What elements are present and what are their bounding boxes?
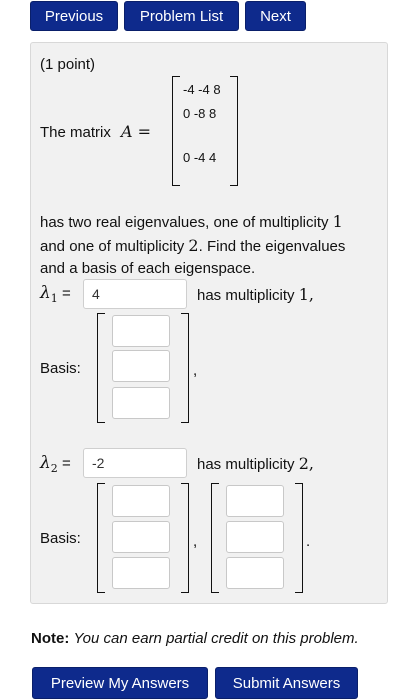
basis2-vector-2 [211, 483, 303, 593]
basis1-label: Basis: [40, 360, 81, 377]
basis1-vector [97, 313, 189, 423]
basis1-cell-3[interactable] [112, 387, 170, 419]
basis2-v1-left-bracket [97, 483, 105, 593]
basis1-cell-1[interactable] [112, 315, 170, 347]
basis2-vector-1 [97, 483, 189, 593]
matrix-label: The matrix [40, 124, 111, 141]
intro-line-2: and one of multiplicity 2. Find the eige… [40, 236, 345, 255]
lambda1-label: λ1 = [40, 283, 71, 305]
intro-line-2-rest: . Find the eigenvalues [198, 238, 346, 255]
points-label: (1 point) [40, 56, 96, 73]
problem-list-button[interactable]: Problem List [124, 1, 239, 31]
basis1-trailing-comma: , [193, 362, 198, 379]
matrix-left-bracket [172, 76, 180, 186]
submit-answers-button[interactable]: Submit Answers [215, 667, 358, 699]
lambda2-mult-value: 2, [298, 454, 314, 473]
preview-answers-button[interactable]: Preview My Answers [32, 667, 208, 699]
lambda2-equals: = [61, 455, 71, 472]
basis2-v2-left-bracket [211, 483, 219, 593]
basis2-v1-cell-3[interactable] [112, 557, 170, 589]
intro-line-1-text: has two real eigenvalues, one of multipl… [40, 214, 329, 231]
previous-button[interactable]: Previous [30, 1, 118, 31]
basis1-right-bracket [181, 313, 189, 423]
intro-multiplicity-1: 1 [332, 212, 343, 231]
lambda2-subscript: 2 [50, 462, 58, 475]
lambda2-multiplicity: has multiplicity 2, [197, 454, 314, 473]
intro-line-3: and a basis of each eigenspace. [40, 260, 256, 277]
basis2-v2-right-bracket [295, 483, 303, 593]
basis1-left-bracket [97, 313, 105, 423]
matrix-right-bracket [230, 76, 238, 186]
lambda2-mult-text: has multiplicity [197, 456, 295, 473]
matrix-row-2: 0 -8 8 [183, 106, 217, 121]
lambda1-symbol: λ [40, 283, 51, 303]
intro-line-1: has two real eigenvalues, one of multipl… [40, 212, 343, 231]
matrix-A: -4 -4 8 0 -8 8 0 -4 4 [172, 76, 238, 186]
lambda1-input[interactable]: 4 [83, 279, 187, 309]
lambda2-symbol: λ [40, 453, 51, 473]
basis2-v2-cell-1[interactable] [226, 485, 284, 517]
lambda1-subscript: 1 [50, 292, 58, 305]
lambda1-multiplicity: has multiplicity 1, [197, 285, 314, 304]
matrix-row-3: 0 -4 4 [183, 150, 217, 165]
next-button[interactable]: Next [245, 1, 306, 31]
lambda1-mult-text: has multiplicity [197, 287, 295, 304]
basis1-cell-2[interactable] [112, 350, 170, 382]
matrix-row-1: -4 -4 8 [183, 82, 221, 97]
intro-line-2-text: and one of multiplicity [40, 238, 185, 255]
basis2-separator-comma: , [193, 533, 198, 550]
basis2-v1-right-bracket [181, 483, 189, 593]
lambda2-label: λ2 = [40, 453, 71, 475]
note-label: Note: [31, 630, 70, 647]
lambda2-input[interactable]: -2 [83, 448, 187, 478]
basis2-v2-cell-2[interactable] [226, 521, 284, 553]
lambda1-mult-value: 1, [298, 285, 314, 304]
lambda1-equals: = [61, 285, 71, 302]
matrix-variable: A = [121, 122, 152, 141]
note-text: You can earn partial credit on this prob… [73, 630, 359, 647]
basis2-label: Basis: [40, 530, 81, 547]
basis2-v2-cell-3[interactable] [226, 557, 284, 589]
partial-credit-note: Note: You can earn partial credit on thi… [31, 630, 359, 647]
intro-multiplicity-2: 2 [188, 236, 199, 255]
basis2-v1-cell-2[interactable] [112, 521, 170, 553]
basis2-trailing-period: . [306, 533, 311, 550]
basis2-v1-cell-1[interactable] [112, 485, 170, 517]
